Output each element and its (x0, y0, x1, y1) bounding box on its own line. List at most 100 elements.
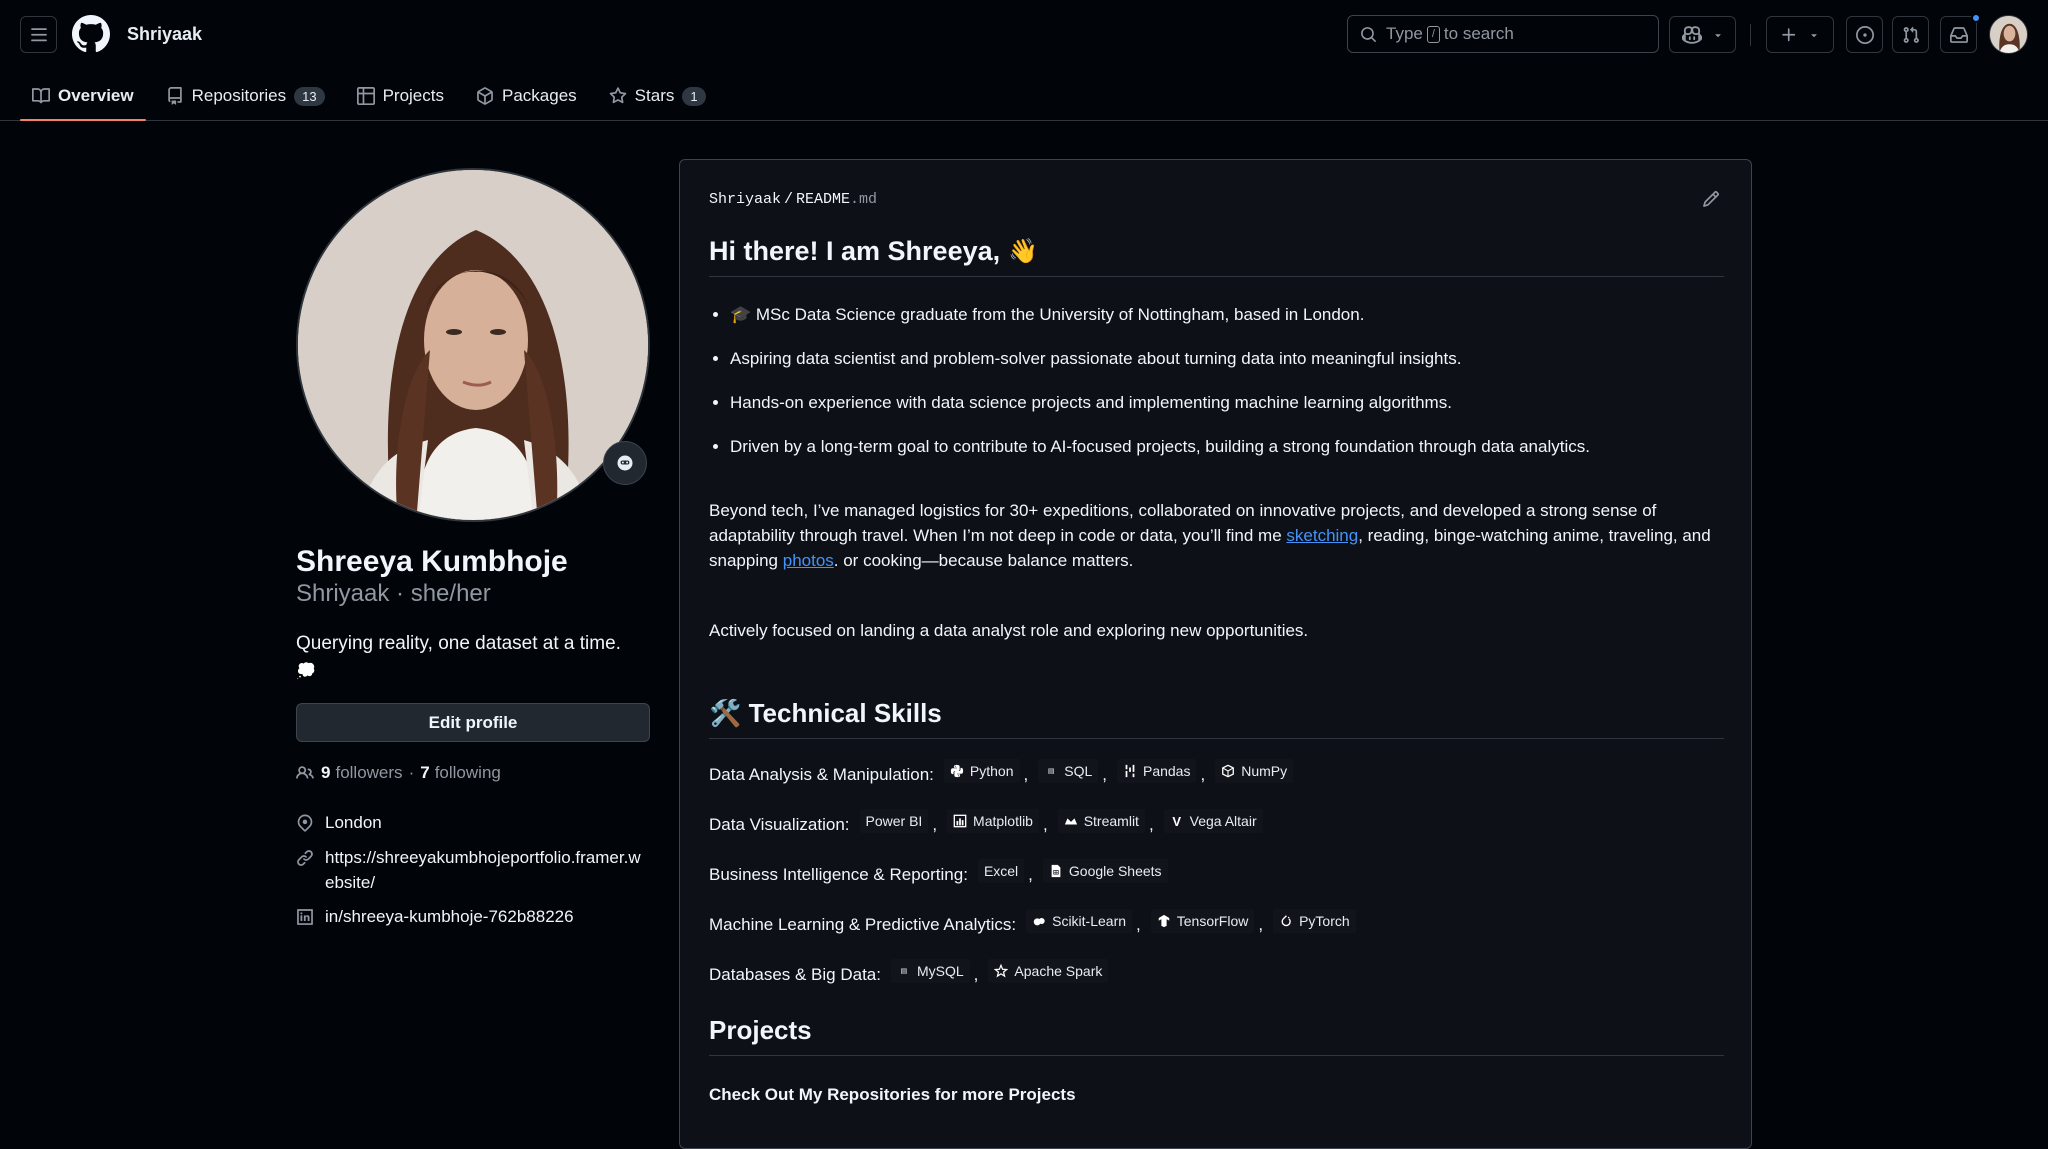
projects-heading: Projects (709, 1015, 1724, 1056)
user-avatar-menu[interactable] (1989, 15, 2028, 54)
badge-label: PyTorch (1299, 913, 1350, 929)
pull-requests-button[interactable] (1892, 16, 1929, 53)
about-text-3: . or cooking—because balance matters. (833, 551, 1134, 570)
stars-count: 1 (682, 86, 706, 106)
location-text: London (325, 813, 382, 832)
technical-skills-heading: 🛠️ Technical Skills (709, 698, 1724, 739)
link-icon (297, 850, 313, 866)
menu-button[interactable] (20, 16, 57, 53)
search-input[interactable]: Type / to search (1347, 15, 1659, 53)
chevron-down-icon (1714, 33, 1721, 37)
google-sheets-icon (1049, 864, 1063, 878)
skill-row-business-intelligence: Business Intelligence & Reporting: Excel… (709, 859, 1170, 890)
badge-label: Vega Altair (1189, 813, 1257, 829)
followers-label: followers (335, 763, 403, 782)
skill-row-data-visualization: Data Visualization: Power BI, Matplotlib… (709, 809, 1265, 840)
database-icon: ▤ (1047, 768, 1055, 775)
followers-link[interactable]: 9 followers (321, 763, 403, 783)
mysql-icon: ▤ (900, 968, 908, 975)
pytorch-badge: PyTorch (1273, 909, 1356, 933)
following-count: 7 (420, 763, 430, 782)
inbox-icon (1949, 26, 1968, 43)
skill-category-label: Business Intelligence & Reporting: (709, 865, 968, 884)
plus-icon (1782, 27, 1796, 41)
tab-repositories-label: Repositories (191, 86, 287, 105)
streamlit-badge: Streamlit (1057, 809, 1145, 833)
hamburger-icon (30, 27, 47, 41)
skill-row-databases: Databases & Big Data: ▤ MySQL, Apache Spa… (709, 959, 1110, 990)
copilot-button[interactable] (1669, 16, 1736, 53)
tab-packages-label: Packages (502, 86, 577, 105)
github-logo-icon[interactable] (72, 15, 110, 53)
readme-path-file[interactable]: README (796, 191, 850, 208)
sql-badge: ▤ SQL (1038, 759, 1099, 783)
vega-icon: V (1172, 813, 1181, 829)
edit-profile-button[interactable]: Edit profile (296, 703, 650, 742)
tab-stars-label: Stars (634, 86, 675, 105)
git-pull-request-icon (1903, 26, 1919, 43)
issues-button[interactable] (1846, 16, 1883, 53)
thought-bubble-icon: 💭 (296, 663, 316, 680)
profile-avatar[interactable] (296, 168, 650, 522)
matplotlib-badge: Matplotlib (947, 809, 1039, 833)
pencil-icon[interactable] (1702, 190, 1720, 208)
profile-login-pronouns: Shriyaak · she/her (296, 580, 491, 607)
sketching-link[interactable]: sketching (1286, 526, 1358, 545)
profile-website: https://shreeyakumbhojeportfolio.framer.… (296, 845, 656, 895)
list-item: 🎓 MSc Data Science graduate from the Uni… (730, 293, 1720, 337)
skill-row-data-analysis: Data Analysis & Manipulation: Python, ▤ S… (709, 759, 1295, 790)
website-link[interactable]: https://shreeyakumbhojeportfolio.framer.… (325, 845, 645, 895)
projects-subheading: Check Out My Repositories for more Proje… (709, 1085, 1076, 1104)
tab-repositories[interactable]: Repositories 13 (154, 72, 337, 120)
comma: , (973, 965, 979, 984)
comma: , (1023, 765, 1029, 784)
search-placeholder-prefix: Type (1386, 24, 1423, 43)
readme-path-user[interactable]: Shriyaak (709, 191, 781, 208)
tensorflow-icon (1157, 914, 1171, 928)
profile-readme: Shriyaak / README.md Hi there! I am Shreey… (679, 159, 1752, 1149)
create-new-button[interactable] (1766, 16, 1834, 53)
skill-row-machine-learning: Machine Learning & Predictive Analytics:… (709, 909, 1358, 940)
following-link[interactable]: 7 following (420, 763, 501, 783)
waving-hand-icon: 👋 (1008, 238, 1039, 265)
comma: , (932, 815, 938, 834)
badge-label: Streamlit (1083, 813, 1139, 829)
table-icon (356, 87, 375, 105)
badge-label: Excel (983, 863, 1019, 879)
spark-icon (994, 964, 1009, 978)
comma: , (1042, 815, 1048, 834)
pytorch-icon (1279, 914, 1293, 928)
streamlit-icon (1064, 814, 1078, 828)
follow-stats: 9 followers · 7 following (296, 763, 501, 783)
python-badge: Python (943, 759, 1020, 783)
tab-stars[interactable]: Stars 1 (597, 72, 718, 120)
tab-overview-label: Overview (58, 86, 134, 105)
tab-packages[interactable]: Packages (464, 72, 589, 120)
skill-category-label: Data Analysis & Manipulation: (709, 765, 934, 784)
comma: , (1258, 915, 1264, 934)
header-username-link[interactable]: Shriyaak (127, 24, 202, 45)
tab-projects[interactable]: Projects (345, 72, 456, 120)
readme-heading-text: Hi there! I am Shreeya, (709, 236, 1001, 266)
badge-label: Python (969, 763, 1014, 779)
tab-overview[interactable]: Overview (20, 72, 146, 121)
python-icon (950, 764, 964, 778)
photos-link[interactable]: photos (783, 551, 834, 570)
copilot-icon (1681, 25, 1702, 44)
notification-indicator (1971, 13, 1981, 23)
focus-paragraph: Actively focused on landing a data analy… (709, 621, 1309, 640)
linkedin-link[interactable]: in/shreeya-kumbhoje-762b88226 (325, 904, 574, 929)
list-item: Driven by a long-term goal to contribute… (730, 425, 1720, 469)
copilot-status-icon (617, 455, 633, 471)
notifications-button[interactable] (1940, 16, 1977, 53)
badge-label: Scikit-Learn (1052, 913, 1127, 929)
follow-separator: · (408, 763, 415, 782)
skill-category-label: Databases & Big Data: (709, 965, 881, 984)
set-status-button[interactable] (603, 441, 647, 485)
badge-label: Matplotlib (973, 813, 1033, 829)
following-label: following (434, 763, 501, 782)
issue-opened-icon (1855, 25, 1874, 44)
matplotlib-icon (953, 814, 967, 828)
readme-path: Shriyaak / README.md (709, 191, 877, 208)
search-shortcut-key: / (1426, 25, 1440, 43)
